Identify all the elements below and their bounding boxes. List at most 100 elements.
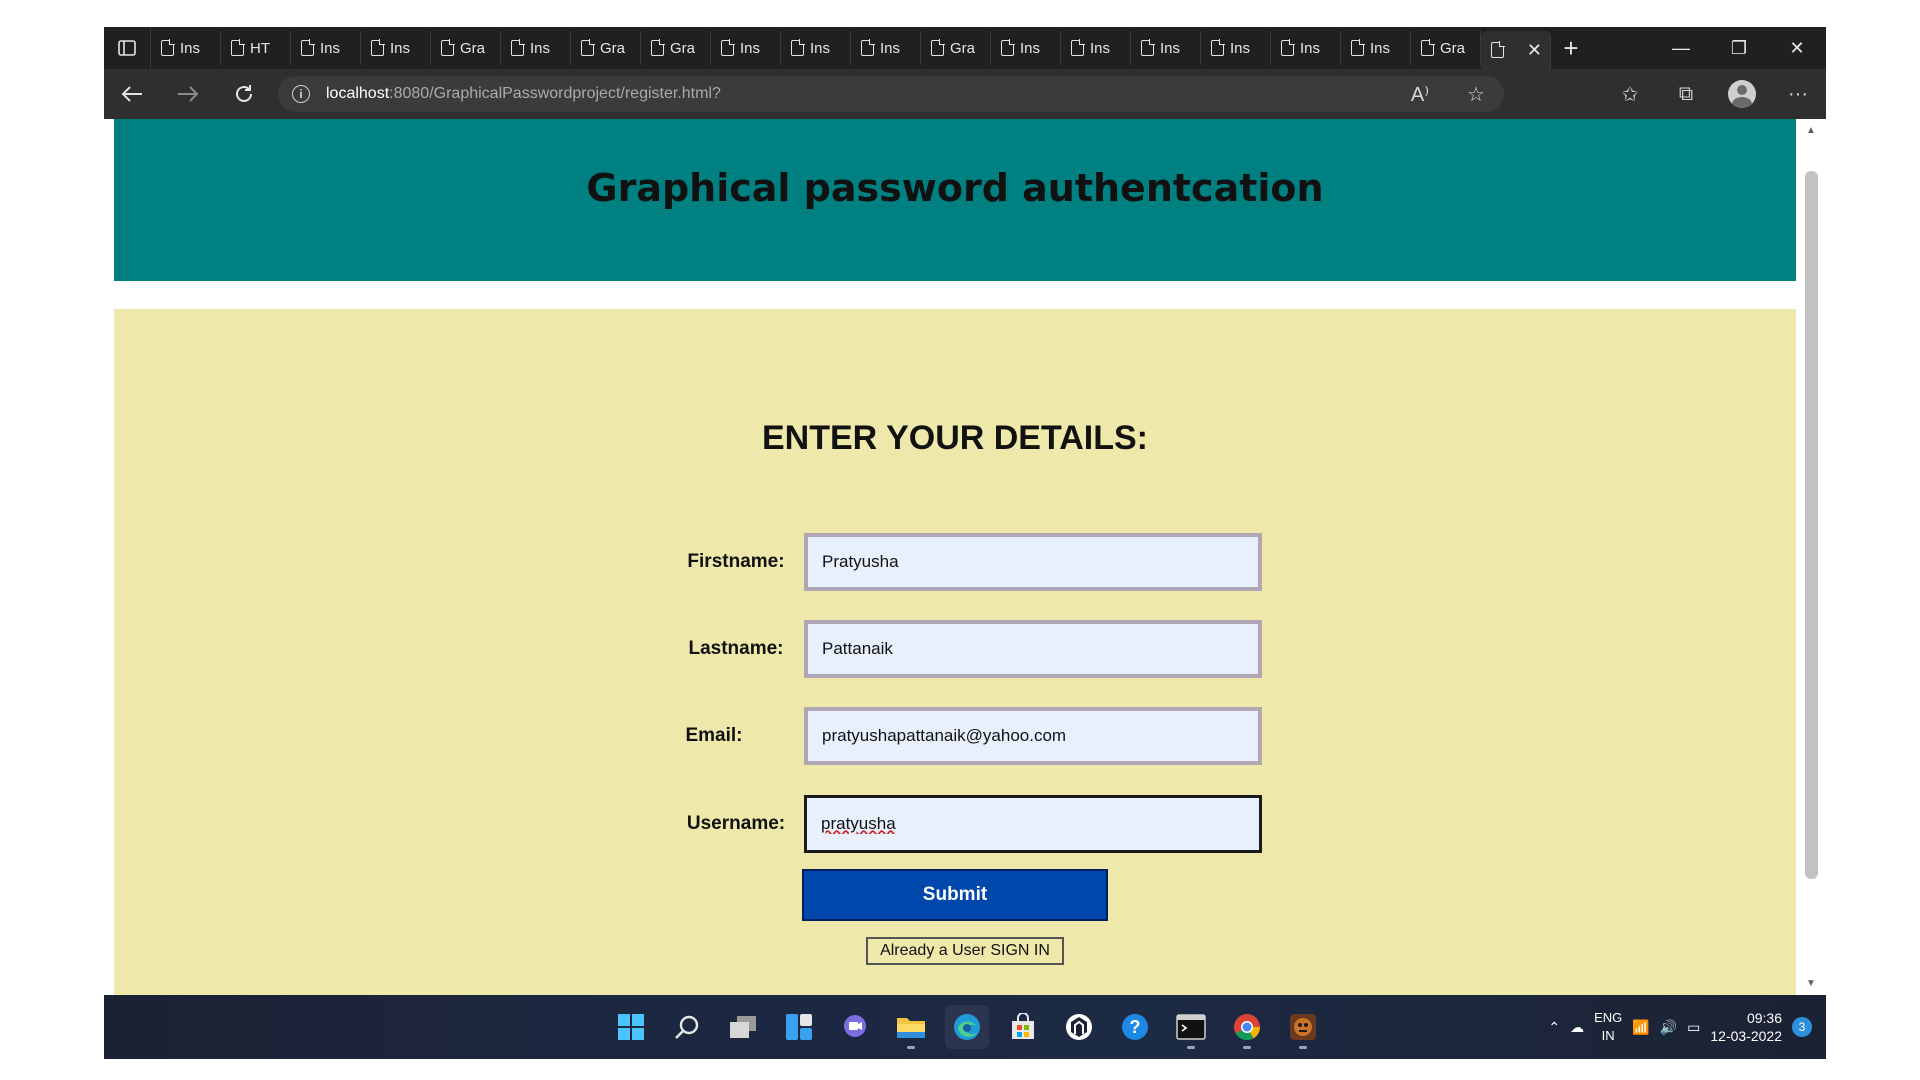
browser-tab[interactable]: Ins — [291, 31, 361, 65]
site-info-icon[interactable]: i — [292, 85, 310, 103]
username-row: Username: — [114, 795, 1796, 853]
refresh-button[interactable] — [216, 69, 272, 119]
app-icon-2[interactable] — [1281, 1005, 1325, 1049]
chrome-icon[interactable] — [1225, 1005, 1269, 1049]
back-button[interactable] — [104, 69, 160, 119]
browser-tab[interactable]: Ins — [1201, 31, 1271, 65]
page-icon — [1421, 39, 1435, 56]
browser-tab[interactable]: Gra — [571, 31, 641, 65]
page-icon — [791, 39, 805, 56]
add-favorite-button[interactable]: ☆ — [1448, 69, 1504, 119]
sign-in-button[interactable]: Already a User SIGN IN — [866, 937, 1064, 965]
page-icon — [231, 39, 245, 56]
email-field[interactable] — [804, 707, 1262, 765]
browser-tab[interactable]: Gra — [641, 31, 711, 65]
wifi-icon[interactable]: 📶 — [1632, 1019, 1649, 1036]
file-explorer-icon[interactable] — [889, 1005, 933, 1049]
close-tab-icon[interactable]: ✕ — [1527, 40, 1542, 61]
browser-tab[interactable]: Ins — [501, 31, 571, 65]
new-tab-button[interactable]: + — [1551, 33, 1591, 64]
username-label: Username: — [686, 813, 786, 834]
firstname-field[interactable] — [804, 533, 1262, 591]
forward-button[interactable] — [160, 69, 216, 119]
tab-title: Ins — [1090, 39, 1111, 57]
browser-tab[interactable]: Ins — [1131, 31, 1201, 65]
favorites-button[interactable]: ✩ — [1602, 69, 1658, 119]
taskbar: ? ⌃ ☁ ENG IN 📶 🔊 ▭ 09:36 12-03-2022 3 — [104, 995, 1826, 1059]
collections-button[interactable]: ⧉ — [1658, 69, 1714, 119]
lastname-field[interactable] — [804, 620, 1262, 678]
scroll-up-icon[interactable]: ▲ — [1796, 125, 1826, 136]
window-controls: — ❐ ✕ — [1652, 27, 1826, 69]
more-dots-icon: ··· — [1788, 82, 1808, 105]
restore-button[interactable]: ❐ — [1710, 27, 1768, 69]
browser-tab[interactable]: Ins — [1061, 31, 1131, 65]
taskbar-icons: ? — [609, 995, 1325, 1059]
store-icon[interactable] — [1001, 1005, 1045, 1049]
terminal-icon[interactable] — [1169, 1005, 1213, 1049]
scroll-thumb[interactable] — [1805, 171, 1818, 879]
read-aloud-icon: A⁾ — [1410, 83, 1430, 106]
registration-panel: ENTER YOUR DETAILS: Firstname: Lastname:… — [114, 309, 1796, 995]
firstname-row: Firstname: — [114, 533, 1796, 591]
minimize-button[interactable]: — — [1652, 27, 1710, 69]
browser-tab[interactable]: Ins — [781, 31, 851, 65]
windows-start-icon[interactable] — [609, 1005, 653, 1049]
chat-icon[interactable] — [833, 1005, 877, 1049]
close-window-button[interactable]: ✕ — [1768, 27, 1826, 69]
task-view-icon[interactable] — [721, 1005, 765, 1049]
battery-icon[interactable]: ▭ — [1687, 1019, 1700, 1036]
collections-icon: ⧉ — [1678, 82, 1694, 105]
language-indicator[interactable]: ENG IN — [1594, 1009, 1622, 1045]
volume-icon[interactable]: 🔊 — [1660, 1019, 1677, 1036]
app-icon[interactable] — [1057, 1005, 1101, 1049]
submit-button[interactable]: Submit — [802, 869, 1108, 921]
profile-button[interactable] — [1714, 69, 1770, 119]
username-field[interactable] — [804, 795, 1262, 853]
page-icon — [581, 39, 595, 56]
browser-tab[interactable]: Ins — [1341, 31, 1411, 65]
browser-tab-active[interactable]: ✕ — [1481, 31, 1551, 69]
tab-title: Ins — [530, 39, 551, 57]
browser-tab[interactable]: HT — [221, 31, 291, 65]
tab-title: Ins — [1160, 39, 1181, 57]
url-text: localhost:8080/GraphicalPasswordproject/… — [326, 85, 721, 103]
tab-title: Ins — [320, 39, 341, 57]
browser-tab[interactable]: Gra — [431, 31, 501, 65]
address-toolbar: i localhost:8080/GraphicalPasswordprojec… — [104, 69, 1826, 119]
notification-badge[interactable]: 3 — [1792, 1017, 1812, 1037]
widgets-icon[interactable] — [777, 1005, 821, 1049]
page-scrollbar[interactable]: ▲ ▼ — [1796, 119, 1826, 995]
page-icon — [1141, 39, 1155, 56]
tab-title: Gra — [950, 39, 976, 57]
address-bar[interactable]: i localhost:8080/GraphicalPasswordprojec… — [278, 76, 1504, 112]
more-menu-button[interactable]: ··· — [1770, 69, 1826, 119]
page-header: Graphical password authentcation — [114, 119, 1796, 281]
search-icon[interactable] — [665, 1005, 709, 1049]
browser-tab[interactable]: Gra — [921, 31, 991, 65]
page-icon — [511, 39, 525, 56]
browser-tab[interactable]: Ins — [991, 31, 1061, 65]
page-icon — [861, 39, 875, 56]
chevron-up-icon[interactable]: ⌃ — [1548, 1019, 1560, 1036]
help-icon[interactable]: ? — [1113, 1005, 1157, 1049]
page-icon — [441, 39, 455, 56]
read-aloud-button[interactable]: A⁾ — [1392, 69, 1448, 119]
browser-window: Ins HT Ins Ins Gra Ins Gra Gra Ins Ins I… — [104, 27, 1826, 1059]
star-plus-icon: ☆ — [1467, 83, 1485, 106]
browser-tab[interactable]: Ins — [361, 31, 431, 65]
browser-tab[interactable]: Ins — [851, 31, 921, 65]
browser-tab[interactable]: Ins — [711, 31, 781, 65]
scroll-down-icon[interactable]: ▼ — [1796, 978, 1826, 989]
browser-tab[interactable]: Ins — [151, 31, 221, 65]
page-icon — [1491, 41, 1505, 58]
browser-tab[interactable]: Ins — [1271, 31, 1341, 65]
cloud-icon[interactable]: ☁ — [1570, 1019, 1584, 1036]
edge-browser-icon[interactable] — [945, 1005, 989, 1049]
clock[interactable]: 09:36 12-03-2022 — [1710, 1009, 1782, 1045]
tab-title: Ins — [1370, 39, 1391, 57]
page-icon — [1071, 39, 1085, 56]
tab-actions-button[interactable] — [104, 27, 151, 69]
browser-tab[interactable]: Gra — [1411, 31, 1481, 65]
page-icon — [721, 39, 735, 56]
